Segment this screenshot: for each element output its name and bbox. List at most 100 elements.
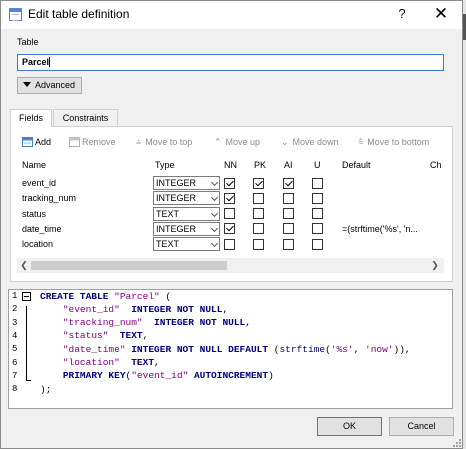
field-pk-checkbox[interactable] [253, 192, 264, 204]
column-header-ai[interactable]: AI [284, 160, 293, 170]
field-name-cell[interactable]: status [22, 207, 46, 221]
field-u-checkbox[interactable] [312, 177, 323, 189]
column-header-default[interactable]: Default [342, 160, 371, 170]
field-type-select[interactable]: INTEGER [153, 191, 220, 206]
add-field-label: Add [35, 137, 52, 147]
move-down-label: Move down [292, 137, 339, 147]
sql-token: , [353, 343, 365, 355]
sql-line: "event_id" INTEGER NOT NULL, [40, 304, 228, 315]
field-type-value: INTEGER [156, 223, 197, 234]
scrollbar-thumb[interactable] [31, 261, 227, 270]
move-to-top-button[interactable]: ⩮ Move to top [136, 137, 192, 148]
close-button[interactable]: ✕ [431, 4, 451, 24]
remove-field-icon [69, 137, 80, 147]
field-nn-checkbox[interactable] [224, 208, 235, 220]
field-pk-checkbox[interactable] [253, 177, 264, 189]
field-type-select[interactable]: INTEGER [153, 176, 220, 190]
sql-token: "tracking_num" [62, 317, 143, 329]
fold-guide-line [26, 306, 27, 380]
field-u-checkbox[interactable] [312, 192, 323, 204]
ok-button[interactable]: OK [317, 417, 382, 436]
chevron-down-icon [210, 194, 219, 202]
sql-line: PRIMARY KEY("event_id" AUTOINCREMENT) [40, 370, 274, 381]
field-type-select[interactable]: TEXT [153, 206, 220, 221]
move-up-icon: ⌃ [214, 137, 222, 147]
window-title: Edit table definition [28, 7, 130, 21]
field-type-select[interactable]: TEXT [153, 237, 220, 252]
sql-token: TEXT [131, 357, 155, 368]
field-ai-checkbox[interactable] [283, 238, 294, 250]
sql-token: TEXT [119, 330, 143, 342]
cancel-button[interactable]: Cancel [389, 417, 454, 436]
field-ai-checkbox[interactable] [283, 177, 294, 189]
scroll-left-icon[interactable]: ❮ [18, 259, 30, 272]
chevron-down-icon [210, 209, 219, 217]
field-nn-checkbox[interactable] [224, 192, 235, 204]
field-ai-checkbox[interactable] [283, 223, 294, 235]
field-type-select[interactable]: INTEGER [153, 221, 220, 236]
sql-line: "date_time" INTEGER NOT NULL DEFAULT (st… [40, 344, 411, 355]
move-down-button[interactable]: ⌄ Move down [281, 137, 339, 148]
grid-horizontal-scrollbar[interactable]: ❮ ❯ [17, 258, 444, 273]
field-type-value: INTEGER [156, 193, 197, 204]
field-name-cell[interactable]: date_time [22, 222, 62, 236]
field-pk-checkbox[interactable] [253, 223, 264, 235]
sql-token: , [154, 357, 160, 368]
sql-token: strftime [279, 343, 326, 355]
field-pk-checkbox[interactable] [253, 238, 264, 250]
field-u-checkbox[interactable] [312, 238, 323, 250]
table-name-input[interactable]: Parcel [17, 54, 444, 71]
sql-token: , [245, 317, 251, 329]
advanced-button[interactable]: Advanced [17, 77, 82, 94]
add-field-button[interactable]: Add [22, 137, 51, 147]
sql-token: ) [268, 370, 274, 382]
fields-grid: Name Type NN PK AI U Default Ch event_id… [17, 156, 444, 274]
field-nn-checkbox[interactable] [224, 223, 235, 235]
remove-field-button[interactable]: Remove [69, 137, 116, 147]
field-ai-checkbox[interactable] [283, 192, 294, 204]
field-u-checkbox[interactable] [312, 223, 323, 235]
table-name-value: Parcel [22, 57, 50, 67]
sql-line: "status" TEXT, [40, 330, 149, 342]
sql-token: "event_id" [62, 303, 120, 315]
column-header-pk[interactable]: PK [254, 160, 266, 170]
field-default-cell[interactable]: =(strftime('%s', 'n... [342, 222, 418, 236]
field-name-cell[interactable]: event_id [22, 176, 56, 190]
move-down-icon: ⌄ [281, 137, 289, 147]
sql-token: '%s' [330, 343, 354, 355]
field-ai-checkbox[interactable] [283, 208, 294, 220]
fold-collapse-icon[interactable] [22, 292, 31, 301]
field-type-value: INTEGER [156, 178, 197, 188]
column-header-check[interactable]: Ch [430, 160, 442, 170]
move-to-bottom-icon: ⩯ [358, 137, 364, 147]
tab-fields[interactable]: Fields [10, 109, 52, 127]
resize-grip-icon[interactable] [453, 439, 461, 447]
sql-token: AUTOINCREMENT [193, 370, 269, 382]
column-header-name[interactable]: Name [22, 160, 46, 170]
column-header-type[interactable]: Type [155, 160, 175, 170]
field-pk-checkbox[interactable] [253, 208, 264, 220]
column-header-nn[interactable]: NN [224, 160, 237, 170]
sql-token: INTEGER NOT NULL DEFAULT [131, 343, 269, 355]
column-header-u[interactable]: U [314, 160, 321, 170]
add-field-icon [22, 137, 33, 147]
sql-line: ); [40, 384, 51, 395]
field-nn-checkbox[interactable] [224, 238, 235, 250]
move-to-bottom-button[interactable]: ⩯ Move to bottom [358, 137, 429, 148]
field-name-cell[interactable]: tracking_num [22, 191, 76, 205]
field-nn-checkbox[interactable] [224, 177, 235, 189]
tab-constraints[interactable]: Constraints [53, 109, 118, 126]
sql-token: ); [40, 383, 52, 395]
chevron-down-icon [210, 224, 219, 232]
move-up-button[interactable]: ⌃ Move up [214, 137, 260, 148]
scroll-right-icon[interactable]: ❯ [429, 259, 441, 272]
sql-token: ( [159, 290, 172, 302]
field-u-checkbox[interactable] [312, 208, 323, 220]
field-name-cell[interactable]: location [22, 237, 53, 251]
help-button[interactable]: ? [393, 5, 411, 23]
